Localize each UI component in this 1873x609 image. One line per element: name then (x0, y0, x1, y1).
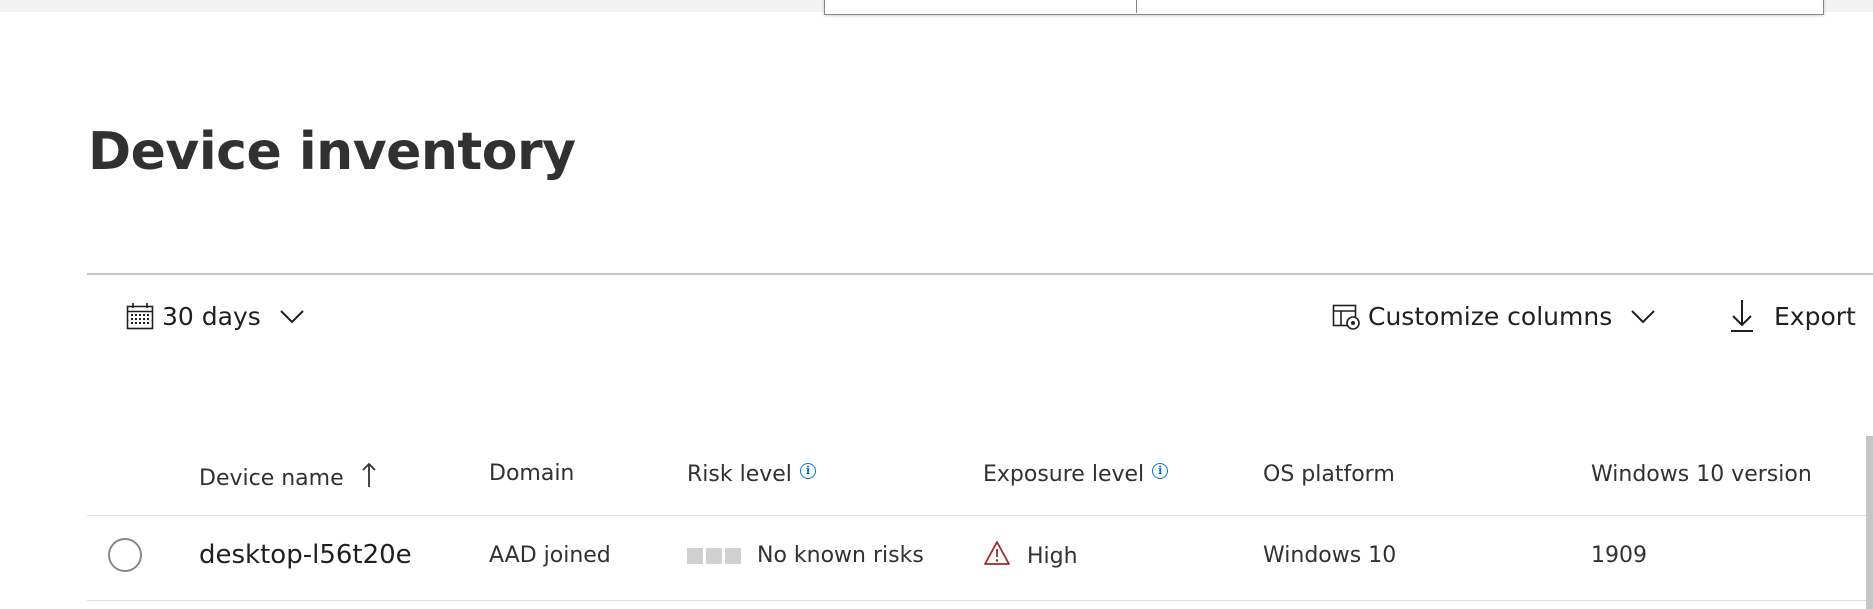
risk-level-text: No known risks (757, 543, 924, 568)
calendar-icon (126, 302, 154, 330)
export-button[interactable]: Export (1730, 296, 1856, 336)
column-header-label: Domain (489, 461, 575, 486)
sort-ascending-icon (361, 462, 376, 494)
page-title: Device inventory (88, 122, 576, 182)
column-header-domain[interactable]: Domain (489, 461, 574, 486)
column-header-exposure-level[interactable]: Exposure level i (983, 462, 1169, 487)
chevron-down-icon (1630, 308, 1656, 324)
panel-divider (1136, 0, 1137, 13)
risk-level-bars (687, 547, 741, 564)
dropdown-panel-edge (824, 0, 1824, 15)
column-header-windows-version[interactable]: Windows 10 version (1591, 462, 1812, 487)
column-header-label: Windows 10 version (1591, 462, 1812, 487)
vertical-scrollbar[interactable] (1866, 436, 1873, 609)
customize-columns-label: Customize columns (1368, 301, 1613, 331)
device-inventory-page: Device inventory 30 days Customize colum… (0, 0, 1873, 609)
customize-columns-button[interactable]: Customize columns (1332, 296, 1656, 336)
cell-device-name[interactable]: desktop-l56t20e (199, 540, 412, 570)
column-header-label: Exposure level (983, 462, 1145, 487)
column-header-risk-level[interactable]: Risk level i (687, 462, 816, 487)
cell-windows-version: 1909 (1591, 543, 1647, 568)
download-icon (1730, 299, 1754, 333)
warning-icon (983, 540, 1011, 572)
cell-risk-level: No known risks (687, 543, 924, 568)
header-divider (87, 515, 1873, 516)
exposure-level-text: High (1027, 543, 1078, 569)
time-period-label: 30 days (162, 301, 261, 331)
row-select-checkbox[interactable] (108, 538, 142, 572)
row-divider (87, 600, 1873, 601)
column-header-os-platform[interactable]: OS platform (1263, 462, 1395, 487)
customize-columns-icon (1332, 302, 1360, 330)
column-header-device-name[interactable]: Device name (199, 462, 376, 494)
column-header-label: Device name (199, 465, 344, 491)
cell-exposure-level: High (983, 540, 1078, 572)
column-header-label: Risk level (687, 462, 792, 487)
column-header-label: OS platform (1263, 462, 1395, 487)
cell-os-platform: Windows 10 (1263, 543, 1397, 568)
chevron-down-icon (279, 308, 305, 324)
info-icon[interactable]: i (1152, 462, 1169, 479)
info-icon[interactable]: i (799, 462, 816, 479)
toolbar-divider (87, 273, 1873, 275)
export-label: Export (1774, 301, 1856, 331)
cell-domain: AAD joined (489, 543, 611, 568)
time-period-dropdown[interactable]: 30 days (126, 296, 305, 336)
